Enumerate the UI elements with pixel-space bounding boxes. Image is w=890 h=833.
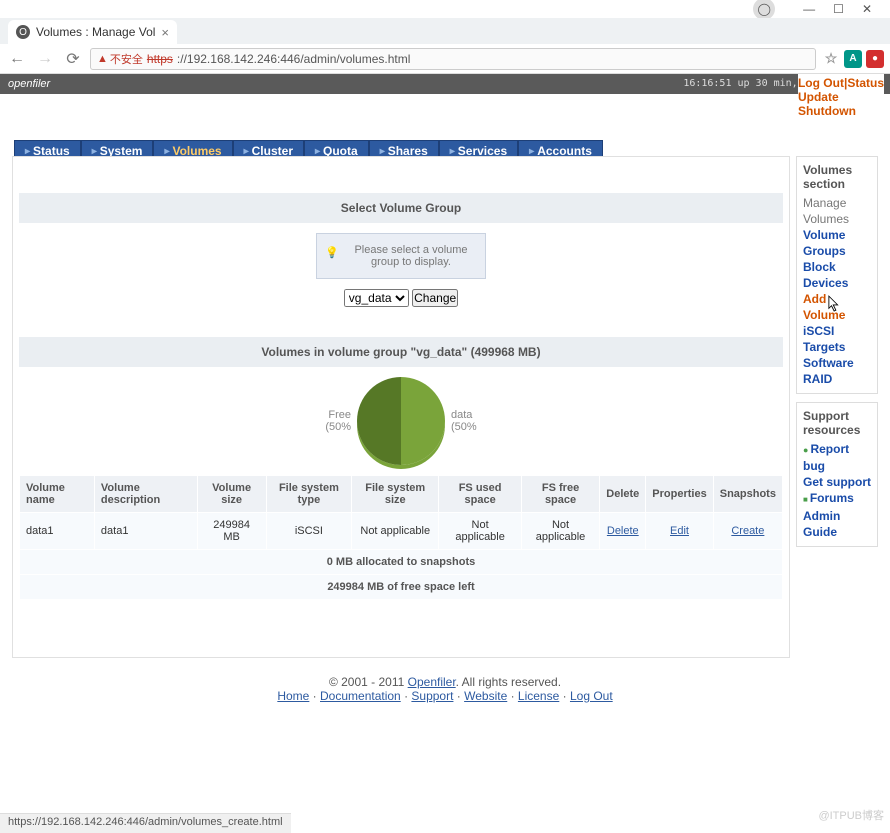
sidebar-volume-groups[interactable]: Volume Groups xyxy=(803,227,871,259)
browser-toolbar: ← → ⟳ ▲ 不安全 https ://192.168.142.246:446… xyxy=(0,44,890,74)
status-link[interactable]: Status xyxy=(847,76,884,90)
volume-group-select[interactable]: vg_data xyxy=(344,289,409,307)
window-controls: ◯ — ☐ ✕ xyxy=(0,0,890,18)
summary-alloc: 0 MB allocated to snapshots xyxy=(20,550,783,575)
address-bar[interactable]: ▲ 不安全 https ://192.168.142.246:446/admin… xyxy=(90,48,816,70)
col-desc: Volume description xyxy=(94,476,197,513)
sidebar-add-volume[interactable]: Add Volume xyxy=(803,291,871,323)
volumes-section-box: Volumes section Manage Volumes Volume Gr… xyxy=(796,156,878,394)
nav-arrow-icon: ▸ xyxy=(450,146,455,157)
sidebar-iscsi-targets[interactable]: iSCSI Targets xyxy=(803,323,871,355)
support-forums[interactable]: Forums xyxy=(803,490,871,508)
nav-arrow-icon: ▸ xyxy=(244,146,249,157)
col-delete: Delete xyxy=(600,476,646,513)
window-close-button[interactable]: ✕ xyxy=(862,2,872,16)
watermark: @ITPUB博客 xyxy=(818,807,884,823)
header-links: Log Out|Status Update Shutdown xyxy=(798,74,884,118)
col-fssize: File system size xyxy=(352,476,439,513)
tab-close-icon[interactable]: × xyxy=(161,25,169,40)
back-button[interactable]: ← xyxy=(6,48,28,70)
pie-free-pct: (50% xyxy=(325,421,351,433)
url-rest: ://192.168.142.246:446/admin/volumes.htm… xyxy=(177,52,410,66)
sidebar-software-raid[interactable]: Software RAID xyxy=(803,355,871,387)
col-size: Volume size xyxy=(197,476,266,513)
col-snaps: Snapshots xyxy=(713,476,782,513)
col-name: Volume name xyxy=(20,476,95,513)
cell-desc: data1 xyxy=(94,513,197,550)
cell-used: Not applicable xyxy=(439,513,521,550)
edit-link[interactable]: Edit xyxy=(670,525,689,537)
footer-home[interactable]: Home xyxy=(277,689,309,703)
tab-favicon-icon: O xyxy=(16,25,30,39)
volumes-table: Volume name Volume description Volume si… xyxy=(19,475,783,600)
footer-license[interactable]: License xyxy=(518,689,559,703)
sidebar-block-devices[interactable]: Block Devices xyxy=(803,259,871,291)
bookmark-star-icon[interactable]: ☆ xyxy=(822,50,840,68)
delete-link[interactable]: Delete xyxy=(607,525,639,537)
footer-docs[interactable]: Documentation xyxy=(320,689,401,703)
create-snapshot-link[interactable]: Create xyxy=(731,525,764,537)
support-admin-guide[interactable]: Admin Guide xyxy=(803,508,871,540)
cell-free: Not applicable xyxy=(521,513,599,550)
browser-tab[interactable]: O Volumes : Manage Vol × xyxy=(8,20,177,44)
support-get-support[interactable]: Get support xyxy=(803,474,871,490)
footer-logout[interactable]: Log Out xyxy=(570,689,613,703)
table-row: data1 data1 249984 MB iSCSI Not applicab… xyxy=(20,513,783,550)
support-resources-box: Support resources Report bug Get support… xyxy=(796,402,878,547)
forward-button[interactable]: → xyxy=(34,48,56,70)
col-fstype: File system type xyxy=(266,476,351,513)
url-protocol: https xyxy=(147,52,173,66)
nav-arrow-icon: ▸ xyxy=(529,146,534,157)
cell-fssize: Not applicable xyxy=(352,513,439,550)
extension-red-icon[interactable]: ● xyxy=(866,50,884,68)
minimize-button[interactable]: — xyxy=(803,2,815,16)
nav-arrow-icon: ▸ xyxy=(164,146,169,157)
extensions: ☆ A ● xyxy=(822,50,884,68)
pie-data-pct: (50% xyxy=(451,421,477,433)
pie-graphic xyxy=(357,377,445,465)
change-button[interactable]: Change xyxy=(412,289,458,307)
pie-chart: Free (50% data (50% xyxy=(19,377,783,465)
cell-fstype: iSCSI xyxy=(266,513,351,550)
browser-tab-strip: O Volumes : Manage Vol × xyxy=(0,18,890,44)
tab-title: Volumes : Manage Vol xyxy=(36,25,155,39)
col-free: FS free space xyxy=(521,476,599,513)
nav-arrow-icon: ▸ xyxy=(92,146,97,157)
footer-website[interactable]: Website xyxy=(464,689,507,703)
volumes-section-title: Volumes section xyxy=(803,163,871,191)
select-vg-prompt: Please select a volume group to display. xyxy=(316,233,486,279)
browser-statusbar: https://192.168.142.246:446/admin/volume… xyxy=(0,813,291,833)
pie-free-label: Free xyxy=(328,409,351,421)
page-footer: © 2001 - 2011 Openfiler. All rights rese… xyxy=(0,675,890,703)
select-vg-heading: Select Volume Group xyxy=(19,193,783,223)
vg-volumes-heading: Volumes in volume group "vg_data" (49996… xyxy=(19,337,783,367)
col-used: FS used space xyxy=(439,476,521,513)
main-content: Select Volume Group Please select a volu… xyxy=(12,156,790,658)
nav-arrow-icon: ▸ xyxy=(380,146,385,157)
support-report-bug[interactable]: Report bug xyxy=(803,441,871,474)
maximize-button[interactable]: ☐ xyxy=(833,2,844,16)
nav-arrow-icon: ▸ xyxy=(315,146,320,157)
nav-arrow-icon: ▸ xyxy=(25,146,30,157)
app-header-bar: openfiler 16:16:51 up 30 min, 0 users, l… xyxy=(0,74,890,94)
shutdown-link[interactable]: Shutdown xyxy=(798,104,856,118)
reload-button[interactable]: ⟳ xyxy=(62,48,84,70)
col-props: Properties xyxy=(646,476,713,513)
logout-link[interactable]: Log Out xyxy=(798,76,844,90)
footer-brand-link[interactable]: Openfiler xyxy=(408,675,456,689)
summary-free: 249984 MB of free space left xyxy=(20,575,783,600)
sidebar-manage-volumes[interactable]: Manage Volumes xyxy=(803,195,871,227)
profile-avatar-icon[interactable]: ◯ xyxy=(753,0,775,20)
insecure-icon: ▲ 不安全 xyxy=(97,51,143,67)
cell-name: data1 xyxy=(20,513,95,550)
support-title: Support resources xyxy=(803,409,871,437)
pie-data-label: data xyxy=(451,409,472,421)
footer-support[interactable]: Support xyxy=(411,689,453,703)
update-link[interactable]: Update xyxy=(798,90,839,104)
brand-logo: openfiler xyxy=(8,78,50,90)
cell-size: 249984 MB xyxy=(197,513,266,550)
extension-a-icon[interactable]: A xyxy=(844,50,862,68)
